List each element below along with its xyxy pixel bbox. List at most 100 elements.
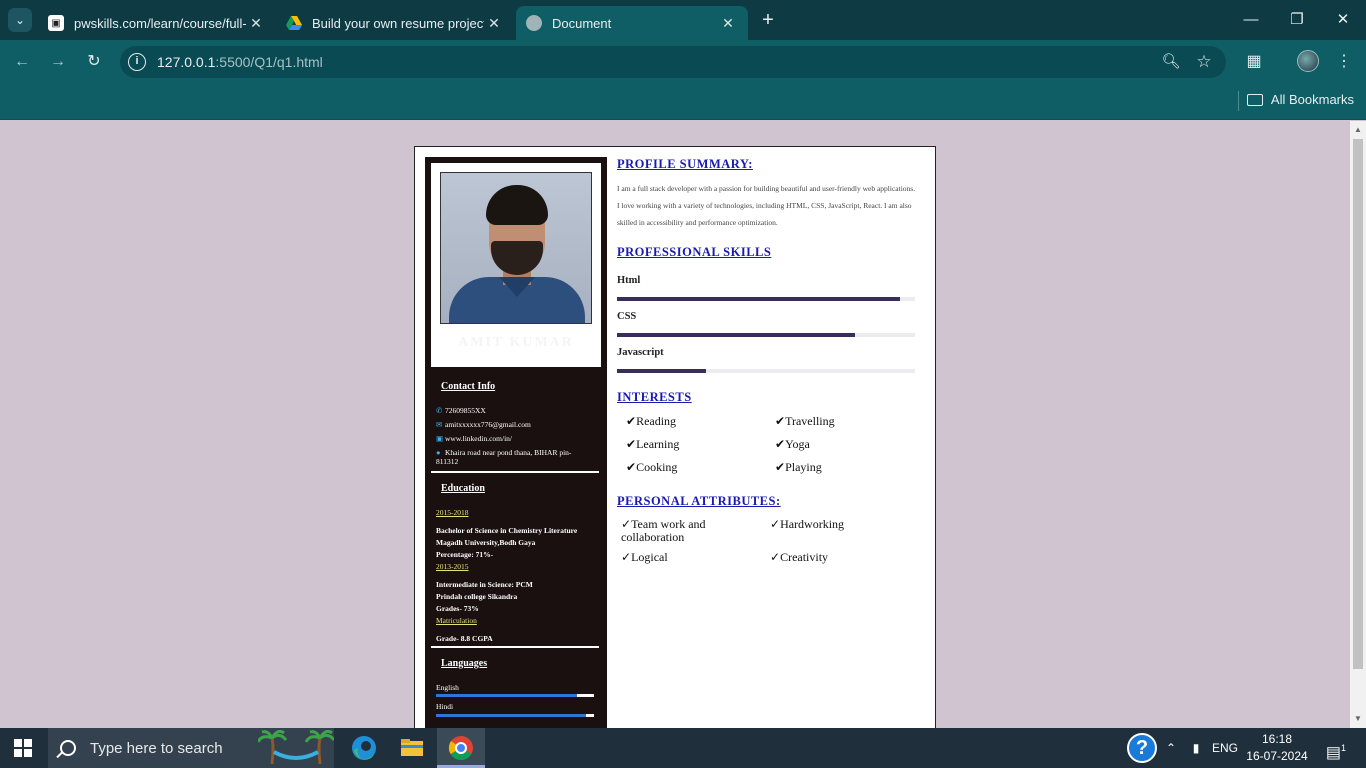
language-bar [436,714,594,717]
forward-arrow-icon[interactable]: → [46,50,70,74]
skill-bar-fill [617,369,707,373]
attribute-item: ✓Logical [621,551,751,564]
profile-avatar[interactable] [1297,50,1319,72]
resume-sidebar: AMIT KUMAR Contact Info ✆ 72609855XX ✉ ami… [425,157,607,728]
url-host: 127.0.0.1 [157,54,216,70]
language-bar-fill [436,694,577,697]
help-icon[interactable]: ? [1127,733,1157,763]
address-line2: 811312 [436,457,459,466]
tab-pwskills[interactable]: ▣ pwskills.com/learn/course/full-s ✕ [38,6,276,40]
search-placeholder: Type here to search [90,739,223,757]
education-score: Grades- 73% [436,604,479,613]
site-info-icon[interactable]: i [128,53,146,71]
skill-bar [617,297,915,301]
restore-icon[interactable]: ❐ [1274,0,1320,40]
zoom-icon[interactable]: 🔍︎ [1161,52,1181,72]
page-scrollbar[interactable]: ▲ ▼ [1350,121,1366,728]
scroll-thumb[interactable] [1353,139,1363,669]
education-years: 2015-2018 [436,508,469,517]
input-language[interactable]: ENG [1210,728,1240,768]
education-degree: Intermediate in Science: PCM [436,580,533,589]
check-circle-icon: ✔ [626,437,637,451]
language-bar [436,694,594,697]
battery-icon[interactable]: ▮ [1185,728,1207,768]
search-icon [60,740,76,756]
minimize-icon[interactable]: — [1228,0,1274,40]
resume-main: PROFILE SUMMARY: I am a full stack devel… [617,147,927,728]
education-years: 2013-2015 [436,562,469,571]
attribute-label: Logical [631,550,668,564]
tab-document[interactable]: Document ✕ [516,6,748,40]
edge-app-icon[interactable] [340,728,388,768]
profile-summary-text: I am a full stack developer with a passi… [617,184,916,227]
tab-strip: ⌄ ▣ pwskills.com/learn/course/full-s ✕ B… [0,0,1366,40]
back-arrow-icon[interactable]: ← [10,50,34,74]
check-circle-icon: ✓ [621,550,632,564]
contact-address: ● Khaira road near pond thana, BIHAR pin- [436,448,571,457]
envelope-icon: ✉ [436,420,443,429]
interest-label: Yoga [785,437,810,451]
interest-item: ✔Learning [626,437,679,452]
interest-item: ✔Cooking [626,460,677,475]
file-explorer-icon[interactable] [388,728,436,768]
pwskills-favicon-icon: ▣ [48,15,64,31]
bookmark-star-icon[interactable]: ☆ [1194,52,1214,72]
scroll-up-icon[interactable]: ▲ [1350,123,1366,137]
check-circle-icon: ✔ [775,414,786,428]
notification-icon[interactable]: ▤1 [1318,728,1354,768]
attribute-label: Hardworking [780,517,845,531]
interest-item: ✔Yoga [775,437,810,452]
tray-chevron-up-icon[interactable]: ⌃ [1161,728,1181,768]
skill-label: CSS [617,311,637,322]
clock-date: 16-07-2024 [1246,749,1308,763]
notification-count: 1 [1341,743,1347,753]
education-institution: Prindah college Sikandra [436,592,518,601]
taskbar-clock[interactable]: 16:18 16-07-2024 [1246,731,1308,765]
interest-label: Cooking [636,460,678,474]
tab-resume-project[interactable]: Build your own resume project. ✕ [276,6,514,40]
check-circle-icon: ✓ [770,550,781,564]
check-circle-icon: ✔ [626,460,637,474]
languages-heading: Languages [441,658,488,669]
education-score: Grade- 8.8 CGPA [436,634,493,643]
kebab-menu-icon[interactable]: ⋮ [1332,50,1356,74]
extensions-puzzle-icon[interactable]: ▦ [1242,50,1266,74]
attribute-item: ✓Creativity [770,551,900,564]
map-pin-icon: ● [436,448,441,457]
education-years: Matriculation [436,616,477,625]
language-bar-fill [436,714,587,717]
globe-icon [526,15,542,31]
check-circle-icon: ✔ [775,460,786,474]
contact-email: ✉ amitxxxxxx776@gmail.com [436,420,531,429]
close-icon[interactable]: ✕ [246,15,266,32]
attributes-heading: PERSONAL ATTRIBUTES: [617,494,781,508]
tab-title: Build your own resume project. [312,15,484,31]
check-circle-icon: ✓ [621,517,632,531]
attribute-label: Creativity [780,550,829,564]
tab-title: Document [552,15,612,31]
phone-text: 72609855XX [445,406,486,415]
interest-item: ✔Reading [626,414,676,429]
url-text[interactable]: 127.0.0.1:5500/Q1/q1.html [157,54,323,70]
check-circle-icon: ✓ [770,517,781,531]
interest-label: Reading [636,414,677,428]
interest-label: Travelling [785,414,835,428]
scroll-down-icon[interactable]: ▼ [1350,712,1366,726]
tab-search-chevron-icon[interactable]: ⌄ [8,8,32,32]
education-institution: Magadh University,Bodh Gaya [436,538,536,547]
page-viewport: AMIT KUMAR Contact Info ✆ 72609855XX ✉ ami… [0,121,1350,728]
close-window-icon[interactable]: ✕ [1320,0,1366,40]
windows-start-icon[interactable] [14,739,32,757]
reload-icon[interactable]: ↻ [82,50,106,74]
all-bookmarks-button[interactable]: All Bookmarks [1246,92,1354,107]
address-bar[interactable]: i 127.0.0.1:5500/Q1/q1.html 🔍︎ ☆ [120,46,1226,78]
skills-heading: PROFESSIONAL SKILLS [617,245,772,259]
close-icon[interactable]: ✕ [484,15,504,32]
chrome-app-icon[interactable] [437,728,485,768]
education-score: Percentage: 71%- [436,550,494,559]
new-tab-plus-icon[interactable]: + [757,8,779,32]
skill-bar-fill [617,297,901,301]
profile-summary-heading: PROFILE SUMMARY: [617,157,753,171]
education-degree: Bachelor of Science in Chemistry Literat… [436,526,578,535]
close-icon[interactable]: ✕ [718,15,738,32]
